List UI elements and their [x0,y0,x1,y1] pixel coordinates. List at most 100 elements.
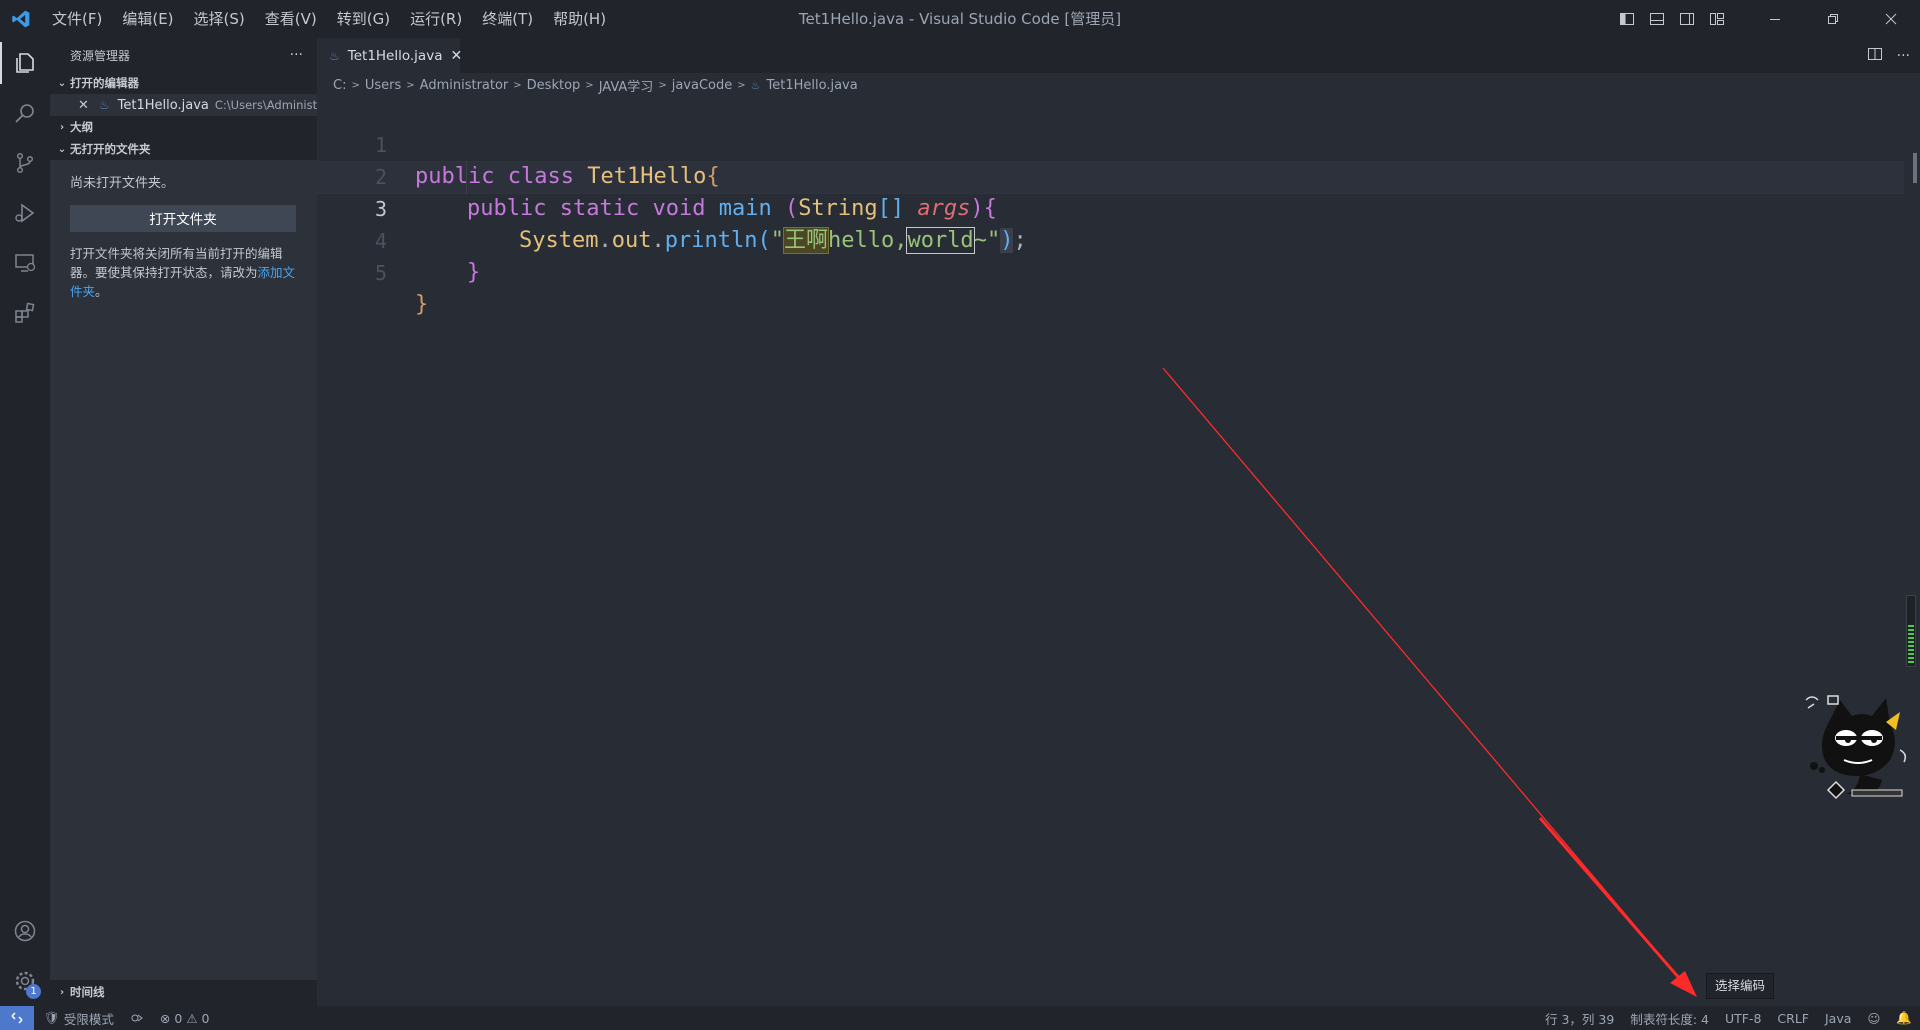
menu-view[interactable]: 查看(V) [255,0,327,38]
menu-edit[interactable]: 编辑(E) [112,0,183,38]
language-mode[interactable]: Java [1817,1011,1859,1026]
title-bar: 文件(F) 编辑(E) 选择(S) 查看(V) 转到(G) 运行(R) 终端(T… [0,0,1920,38]
source-control-icon[interactable] [0,138,50,188]
close-tab-icon[interactable]: ✕ [450,48,462,64]
feedback-icon[interactable]: ☺ [1859,1011,1888,1026]
breadcrumb-item[interactable]: Tet1Hello.java [767,78,858,93]
open-editors-header[interactable]: ⌄ 打开的编辑器 [50,72,317,94]
breadcrumb-item[interactable]: javaCode [672,78,733,93]
explorer-icon[interactable] [0,38,50,88]
restricted-mode-label: 受限模式 [63,1011,114,1027]
open-folder-button[interactable]: 打开文件夹 [70,205,296,232]
cat-mascot-image [1800,690,1915,805]
no-folder-header[interactable]: ⌄ 无打开的文件夹 [50,138,317,160]
code-line-4[interactable]: 4 } [317,193,1907,285]
scroll-cursor-marker [1913,153,1917,183]
extensions-icon[interactable] [0,288,50,338]
vertical-scrollbar[interactable] [1906,97,1920,1006]
no-folder-note: 打开文件夹将关闭所有当前打开的编辑器。要使其保持打开状态，请改为添加文件夹。 [70,244,297,301]
code-line-2[interactable]: 2 public static void main (String[] args… [317,129,1907,221]
notification-badge: 1 [26,984,41,999]
end-of-line[interactable]: CRLF [1769,1011,1817,1026]
restore-icon[interactable] [1804,0,1862,38]
file-encoding[interactable]: UTF-8 [1717,1011,1769,1026]
more-actions-icon[interactable]: ··· [290,47,303,63]
breadcrumb-item[interactable]: Administrator [420,78,509,93]
restricted-mode[interactable]: 🛡 受限模式 [34,1009,122,1028]
code-line-1[interactable]: 1 public class Tet1Hello{ [317,97,1907,189]
notifications-bell-icon[interactable]: 🔔 [1888,1010,1920,1026]
menu-go[interactable]: 转到(G) [327,0,400,38]
timeline-header[interactable]: › 时间线 [50,981,317,1003]
chevron-right-icon: › [59,121,65,133]
more-actions-icon[interactable]: ··· [1897,48,1910,64]
level-meter-fill [1908,625,1914,665]
cursor-position[interactable]: 行 3，列 39 [1537,1009,1622,1028]
sidebar-title: 资源管理器 [70,48,131,63]
close-icon[interactable]: ✕ [78,98,89,113]
tab-label: Tet1Hello.java [347,48,443,64]
java-file-icon: ♨ [750,78,761,92]
accounts-icon[interactable] [0,906,50,956]
note-end: 。 [95,284,108,299]
debug-config-icon[interactable] [122,1011,152,1025]
chevron-right-icon: > [406,79,415,91]
vscode-logo-icon [0,0,42,38]
java-file-icon: ♨ [98,98,110,112]
toggle-panel-icon[interactable] [1642,0,1672,38]
status-bar: 🛡 受限模式 ⊗ 0 ⚠ 0 行 3，列 39 制表符长度: 4 UTF-8 CRL… [0,1006,1920,1030]
minimize-icon[interactable] [1746,0,1804,38]
code-line-3[interactable]: 3 System.out.println("王啊hello,world~"); [317,161,1907,254]
search-icon[interactable] [0,88,50,138]
toggle-primary-sidebar-icon[interactable] [1612,0,1642,38]
chevron-right-icon: › [59,986,65,998]
split-editor-icon[interactable] [1867,46,1883,66]
error-icon: ⊗ [159,1010,171,1026]
explorer-sidebar: 资源管理器 ··· ⌄ 打开的编辑器 ✕ ♨ Tet1Hello.java C:… [50,38,317,1006]
error-count: 0 [174,1010,183,1026]
breadcrumb: C: > Users > Administrator > Desktop > JAVA学… [317,73,1920,97]
breadcrumb-item[interactable]: C: [333,78,346,93]
chevron-right-icon: > [585,79,594,91]
no-folder-panel: 尚未打开文件夹。 打开文件夹 打开文件夹将关闭所有当前打开的编辑器。要使其保持打… [50,160,317,980]
open-editor-name: Tet1Hello.java [117,97,209,113]
menu-file[interactable]: 文件(F) [42,0,112,38]
line-number: 5 [374,261,387,285]
menu-selection[interactable]: 选择(S) [184,0,255,38]
note-text: 打开文件夹将关闭所有当前打开的编辑器。要使其保持打开状态，请改为 [70,246,283,280]
timeline-title: 时间线 [70,985,105,999]
select-encoding-tooltip: 选择编码 [1706,973,1775,999]
menu-run[interactable]: 运行(R) [400,0,472,38]
warning-count: 0 [201,1010,210,1026]
code-line-5[interactable]: 5 } [317,225,1907,317]
close-window-icon[interactable] [1862,0,1920,38]
remote-explorer-icon[interactable] [0,238,50,288]
tab-size[interactable]: 制表符长度: 4 [1622,1009,1717,1028]
customize-layout-icon[interactable] [1702,0,1732,38]
breadcrumb-item[interactable]: Users [365,78,401,93]
menu-help[interactable]: 帮助(H) [543,0,616,38]
no-folder-title: 无打开的文件夹 [70,142,151,156]
brace: } [467,260,481,285]
toggle-secondary-sidebar-icon[interactable] [1672,0,1702,38]
breadcrumb-item[interactable]: JAVA学习 [599,76,654,95]
open-editor-path: C:\Users\Administr... [214,98,317,112]
code-editor[interactable]: 1 public class Tet1Hello{ 2 public stati… [317,97,1920,1006]
problems-indicator[interactable]: ⊗ 0 ⚠ 0 [152,1011,218,1026]
open-editor-item[interactable]: ✕ ♨ Tet1Hello.java C:\Users\Administr... [50,94,317,116]
outline-header[interactable]: › 大纲 [50,116,317,138]
brace: } [415,292,429,317]
shield-icon: 🛡 [44,1010,60,1025]
remote-indicator-icon[interactable] [0,1006,34,1030]
level-meter-widget [1906,595,1916,667]
open-editors-title: 打开的编辑器 [70,76,139,90]
activity-bar: 1 [0,38,50,1006]
manage-gear-icon[interactable]: 1 [0,956,50,1006]
chevron-right-icon: > [351,79,360,91]
menu-terminal[interactable]: 终端(T) [472,0,543,38]
breadcrumb-item[interactable]: Desktop [527,78,581,93]
chevron-right-icon: > [737,79,746,91]
tab-tet1hello-java[interactable]: ♨ Tet1Hello.java ✕ [317,38,462,73]
run-debug-icon[interactable] [0,188,50,238]
chevron-down-icon: ⌄ [57,143,67,155]
